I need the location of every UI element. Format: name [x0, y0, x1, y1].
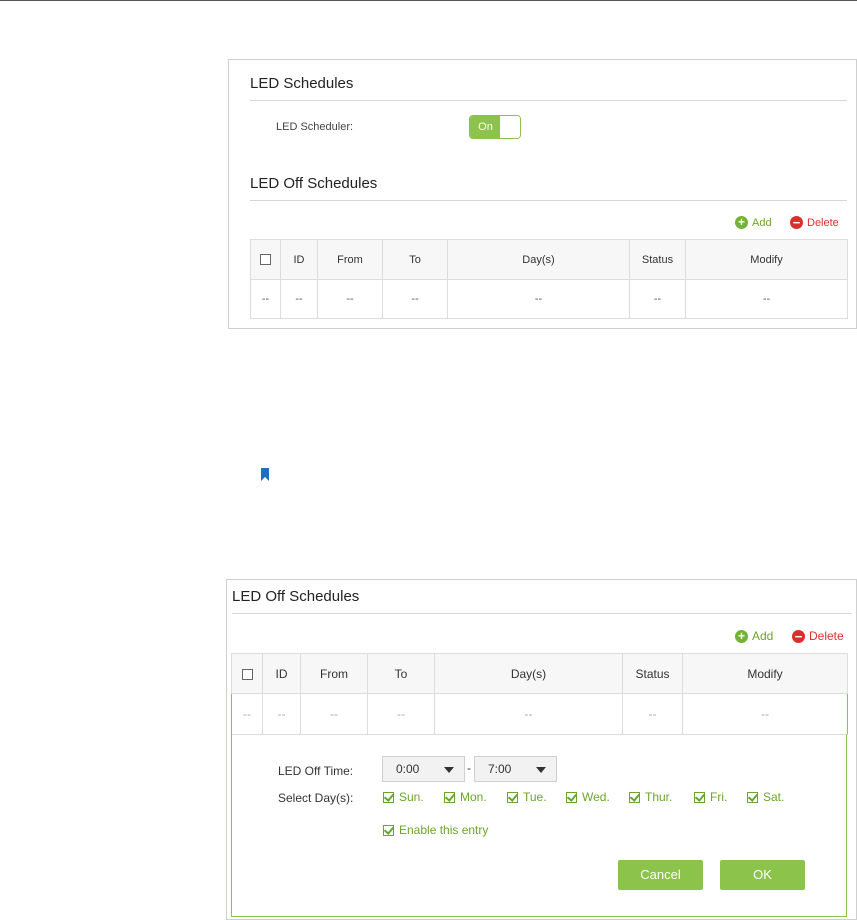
delete-icon: − — [792, 629, 805, 643]
section-divider — [250, 200, 847, 201]
table-cell: -- — [434, 693, 623, 735]
led-schedules-title: LED Schedules — [250, 75, 354, 92]
table-cell: -- — [685, 279, 848, 319]
select-days-label: Select Day(s): — [278, 791, 354, 805]
day-label: Wed. — [582, 790, 610, 804]
table-row: -- -- -- -- -- -- -- — [231, 693, 848, 735]
add-label: Add — [752, 216, 772, 229]
time-separator: - — [467, 761, 471, 775]
day-checkbox-fri[interactable]: Fri. — [694, 790, 727, 804]
led-scheduler-label: LED Scheduler: — [276, 121, 354, 133]
checkbox-icon — [383, 791, 394, 803]
day-checkbox-sun[interactable]: Sun. — [383, 790, 424, 804]
led-scheduler-toggle[interactable]: On — [469, 115, 521, 139]
checkbox-icon — [444, 791, 455, 803]
ok-button[interactable]: OK — [720, 860, 805, 890]
table-cell: -- — [447, 279, 630, 319]
schedule-table: ID From To Day(s) Status Modify -- -- --… — [231, 653, 848, 735]
bookmark-icon — [261, 468, 269, 481]
table-cell: -- — [231, 693, 263, 735]
to-time-select[interactable]: 7:00 — [474, 756, 557, 782]
column-header-modify: Modify — [682, 653, 848, 694]
table-cell: -- — [317, 279, 383, 319]
day-checkbox-sat[interactable]: Sat. — [747, 790, 784, 804]
table-cell: -- — [629, 279, 686, 319]
section-divider — [232, 613, 852, 614]
delete-icon: − — [790, 216, 803, 229]
add-button[interactable]: + Add — [735, 629, 773, 643]
add-icon: + — [735, 216, 748, 229]
column-header-days: Day(s) — [447, 239, 630, 280]
select-all-checkbox[interactable] — [241, 668, 253, 680]
from-time-value: 0:00 — [396, 762, 420, 776]
table-cell: -- — [382, 279, 448, 319]
delete-label: Delete — [809, 629, 844, 643]
led-schedules-panel: LED Schedules LED Scheduler: On LED Off … — [228, 59, 857, 329]
add-label: Add — [752, 629, 774, 643]
enable-entry-checkbox[interactable]: Enable this entry — [383, 823, 488, 837]
column-header-status: Status — [622, 653, 683, 694]
from-time-select[interactable]: 0:00 — [382, 756, 465, 782]
select-all-cell[interactable] — [250, 239, 281, 280]
column-header-status: Status — [629, 239, 686, 280]
checkbox-icon — [694, 791, 705, 803]
chevron-down-icon — [444, 767, 454, 773]
table-header-row: ID From To Day(s) Status Modify — [231, 653, 848, 694]
day-checkbox-mon[interactable]: Mon. — [444, 790, 487, 804]
enable-entry-label: Enable this entry — [399, 823, 489, 837]
day-label: Sun. — [399, 790, 424, 804]
table-cell: -- — [262, 693, 301, 735]
table-cell: -- — [682, 693, 848, 735]
column-header-from: From — [300, 653, 368, 694]
delete-label: Delete — [807, 216, 839, 229]
checkbox-icon — [747, 791, 758, 803]
column-header-days: Day(s) — [434, 653, 623, 694]
column-header-id: ID — [280, 239, 318, 280]
table-header-row: ID From To Day(s) Status Modify — [250, 239, 848, 280]
day-label: Tue. — [523, 790, 547, 804]
table-cell: -- — [250, 279, 281, 319]
table-row: -- -- -- -- -- -- -- — [250, 279, 848, 319]
day-label: Fri. — [710, 790, 728, 804]
chevron-down-icon — [536, 767, 546, 773]
led-off-time-label: LED Off Time: — [278, 764, 354, 778]
column-header-from: From — [317, 239, 383, 280]
table-cell: -- — [367, 693, 435, 735]
select-all-checkbox[interactable] — [260, 254, 271, 266]
led-off-schedules-editor-panel: LED Off Schedules + Add − Delete ID From… — [226, 579, 857, 920]
editor-title: LED Off Schedules — [232, 588, 360, 605]
to-time-value: 7:00 — [488, 762, 512, 776]
day-label: Mon. — [460, 790, 487, 804]
toggle-on-label: On — [470, 116, 501, 138]
schedule-edit-form: LED Off Time: 0:00 - 7:00 Select Day(s):… — [231, 734, 847, 917]
schedule-table: ID From To Day(s) Status Modify -- -- --… — [250, 239, 848, 319]
day-label: Thur. — [645, 790, 673, 804]
top-divider — [0, 0, 857, 1]
column-header-to: To — [367, 653, 435, 694]
cancel-button[interactable]: Cancel — [618, 860, 703, 890]
table-cell: -- — [622, 693, 683, 735]
toggle-knob — [500, 116, 520, 138]
day-checkbox-wed[interactable]: Wed. — [566, 790, 610, 804]
column-header-modify: Modify — [685, 239, 848, 280]
column-header-id: ID — [262, 653, 301, 694]
add-icon: + — [735, 629, 748, 643]
checkbox-icon — [507, 791, 518, 803]
checkbox-icon — [629, 791, 640, 803]
table-cell: -- — [280, 279, 318, 319]
column-header-to: To — [382, 239, 448, 280]
checkbox-icon — [566, 791, 577, 803]
checkbox-icon — [383, 824, 394, 836]
day-label: Sat. — [763, 790, 785, 804]
section-divider — [250, 100, 847, 101]
day-checkbox-tue[interactable]: Tue. — [507, 790, 547, 804]
table-cell: -- — [300, 693, 368, 735]
day-checkbox-thur[interactable]: Thur. — [629, 790, 672, 804]
delete-button[interactable]: − Delete — [792, 629, 844, 643]
add-button[interactable]: + Add — [735, 216, 772, 229]
select-all-cell[interactable] — [231, 653, 263, 694]
led-off-schedules-title: LED Off Schedules — [250, 175, 378, 192]
delete-button[interactable]: − Delete — [790, 216, 839, 229]
